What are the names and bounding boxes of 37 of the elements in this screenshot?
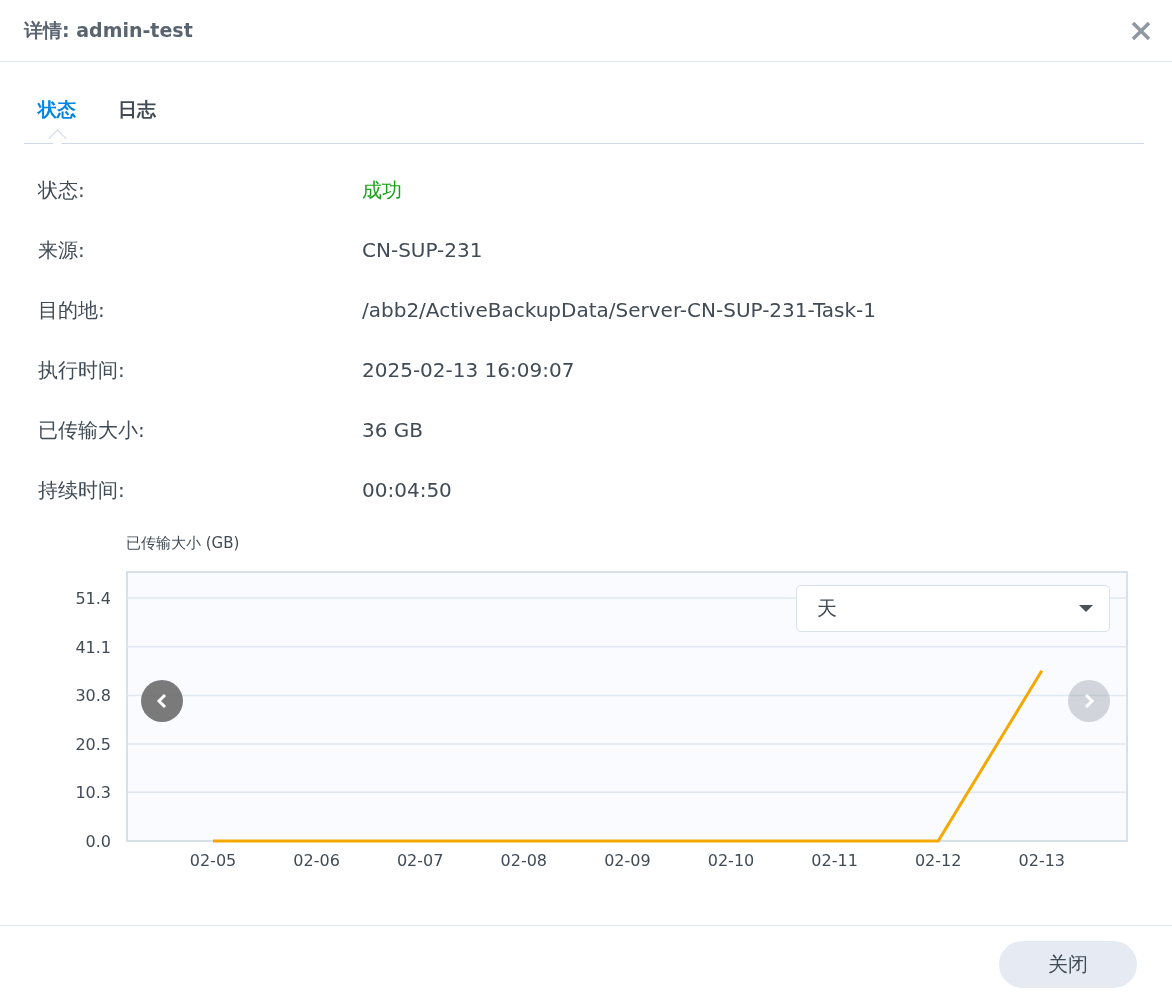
period-select[interactable]: 天 [796, 585, 1110, 632]
x-tick-label: 02-05 [189, 851, 237, 870]
field-label: 执行时间: [38, 356, 126, 384]
x-tick-label: 02-06 [293, 851, 340, 870]
close-button[interactable]: 关闭 [999, 940, 1137, 988]
field-label: 状态: [38, 176, 86, 204]
field-value: 2025-02-13 16:09:07 [362, 358, 575, 382]
chevron-right-icon [1082, 693, 1096, 709]
caret-icon [1079, 604, 1093, 613]
field-label: 持续时间: [38, 476, 126, 504]
field-value: /abb2/ActiveBackupData/Server-CN-SUP-231-Task-1 [362, 298, 876, 322]
x-tick-label: 02-10 [707, 851, 755, 870]
y-tick-label: 30.8 [75, 686, 111, 706]
y-tick-label: 10.3 [75, 783, 111, 803]
tab[interactable]: 日志 [118, 92, 156, 128]
y-axis-title: 已传输大小 (GB) [126, 534, 241, 553]
field-label: 目的地: [38, 296, 106, 324]
x-tick-label: 02-08 [500, 851, 548, 870]
field-label: 已传输大小: [38, 416, 146, 444]
close-icon[interactable] [1130, 19, 1152, 42]
chevron-left-icon [155, 693, 169, 709]
field-value: CN-SUP-231 [362, 238, 483, 262]
field-value: 36 GB [362, 418, 424, 442]
y-tick-label: 51.4 [75, 589, 111, 608]
x-tick-label: 02-07 [396, 851, 444, 870]
x-tick-label: 02-11 [811, 851, 858, 870]
field-value: 00:04:50 [362, 478, 452, 502]
status-value: 成功 [362, 176, 402, 204]
y-tick-label: 20.5 [75, 735, 111, 755]
x-tick-label: 02-12 [914, 851, 962, 870]
field-label: 来源: [38, 236, 86, 264]
y-tick-label: 0.0 [85, 832, 111, 851]
tab[interactable]: 状态 [38, 92, 76, 128]
window-title: 详情: admin-test [24, 17, 193, 43]
x-tick-label: 02-13 [1018, 851, 1066, 870]
x-tick-label: 02-09 [604, 851, 651, 870]
y-tick-label: 41.1 [75, 637, 111, 657]
